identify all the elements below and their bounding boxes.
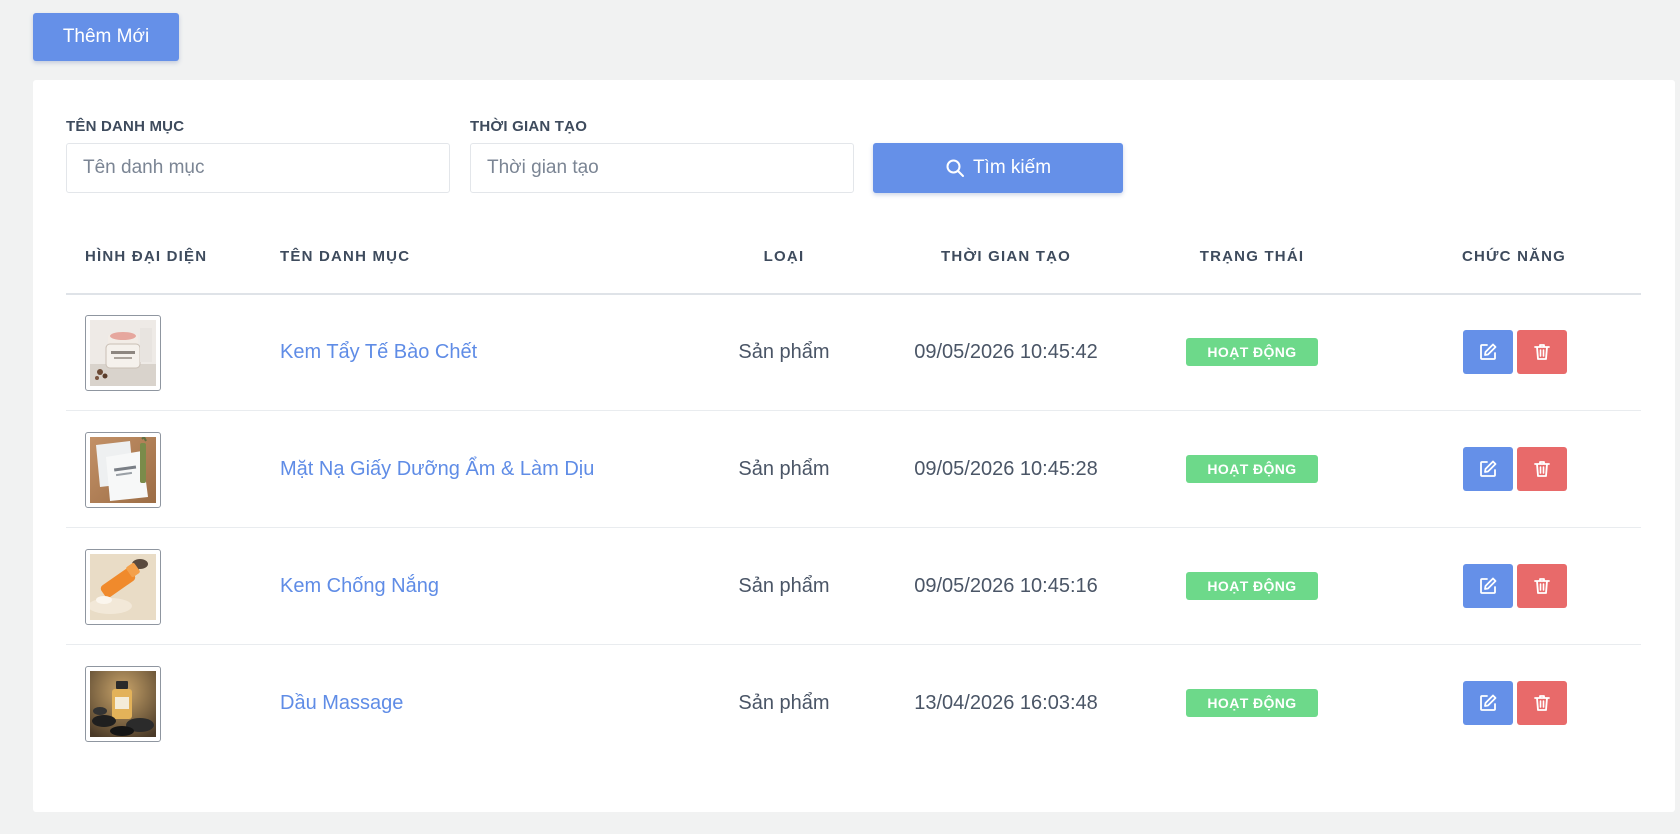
- trash-icon: [1534, 695, 1550, 711]
- category-panel: TÊN DANH MỤC THỜI GIAN TẠO Tìm kiếm HÌNH…: [33, 80, 1675, 812]
- category-name-link[interactable]: Kem Chống Nắng: [280, 575, 439, 597]
- time-filter-label: THỜI GIAN TẠO: [470, 118, 588, 135]
- status-badge: HOẠT ĐỘNG: [1186, 572, 1318, 600]
- table-row: Mặt Nạ Giấy Dưỡng Ẩm & Làm Dịu Sản phẩm …: [66, 411, 1641, 528]
- sheet-mask-image: [85, 432, 161, 508]
- category-created-time: 09/05/2026 10:45:16: [914, 575, 1098, 597]
- edit-button[interactable]: [1463, 447, 1513, 491]
- search-icon: [946, 159, 964, 177]
- edit-button[interactable]: [1463, 564, 1513, 608]
- table-body: Kem Tẩy Tế Bào Chết Sản phẩm 09/05/2026 …: [66, 294, 1641, 761]
- category-created-time: 09/05/2026 10:45:42: [914, 341, 1098, 363]
- name-filter-label: TÊN DANH MỤC: [66, 118, 185, 135]
- table-header: HÌNH ĐẠI DIỆN TÊN DANH MỤC LOẠI THỜI GIA…: [66, 220, 1641, 295]
- sunscreen-tube-image: [85, 549, 161, 625]
- category-name-link[interactable]: Mặt Nạ Giấy Dưỡng Ẩm & Làm Dịu: [280, 458, 594, 480]
- edit-icon: [1480, 577, 1497, 594]
- header-actions: CHỨC NĂNG: [1461, 248, 1567, 265]
- table-row: Kem Tẩy Tế Bào Chết Sản phẩm 09/05/2026 …: [66, 294, 1641, 411]
- edit-icon: [1480, 694, 1497, 711]
- trash-icon: [1534, 344, 1550, 360]
- delete-button[interactable]: [1517, 330, 1567, 374]
- edit-button[interactable]: [1463, 681, 1513, 725]
- category-name-link[interactable]: Kem Tẩy Tế Bào Chết: [280, 341, 477, 363]
- edit-icon: [1480, 343, 1497, 360]
- category-type: Sản phẩm: [738, 692, 830, 714]
- edit-button[interactable]: [1463, 330, 1513, 374]
- search-button[interactable]: Tìm kiếm: [873, 143, 1123, 193]
- category-type: Sản phẩm: [738, 458, 830, 480]
- status-badge: HOẠT ĐỘNG: [1186, 455, 1318, 483]
- category-type: Sản phẩm: [738, 341, 830, 363]
- category-type: Sản phẩm: [738, 575, 830, 597]
- status-badge: HOẠT ĐỘNG: [1186, 689, 1318, 717]
- table-row: Kem Chống Nắng Sản phẩm 09/05/2026 10:45…: [66, 528, 1641, 645]
- search-button-label: Tìm kiếm: [972, 157, 1052, 178]
- header-name: TÊN DANH MỤC: [280, 248, 411, 265]
- header-created: THỜI GIAN TẠO: [940, 248, 1072, 265]
- edit-icon: [1480, 460, 1497, 477]
- table-row: Dầu Massage Sản phẩm 13/04/2026 16:03:48…: [66, 645, 1641, 761]
- header-status: TRẠNG THÁI: [1199, 248, 1305, 265]
- status-badge: HOẠT ĐỘNG: [1186, 338, 1318, 366]
- add-new-button[interactable]: Thêm Mới: [33, 13, 179, 61]
- delete-button[interactable]: [1517, 564, 1567, 608]
- time-filter-input[interactable]: [470, 143, 854, 193]
- category-name-link[interactable]: Dầu Massage: [280, 692, 403, 714]
- name-filter-input[interactable]: [66, 143, 450, 193]
- header-image: HÌNH ĐẠI DIỆN: [85, 248, 208, 265]
- category-created-time: 09/05/2026 10:45:28: [914, 458, 1098, 480]
- category-created-time: 13/04/2026 16:03:48: [914, 692, 1098, 714]
- delete-button[interactable]: [1517, 681, 1567, 725]
- scrub-jar-image: [85, 315, 161, 391]
- delete-button[interactable]: [1517, 447, 1567, 491]
- header-type: LOẠI: [763, 248, 805, 265]
- trash-icon: [1534, 461, 1550, 477]
- trash-icon: [1534, 578, 1550, 594]
- massage-oil-image: [85, 666, 161, 742]
